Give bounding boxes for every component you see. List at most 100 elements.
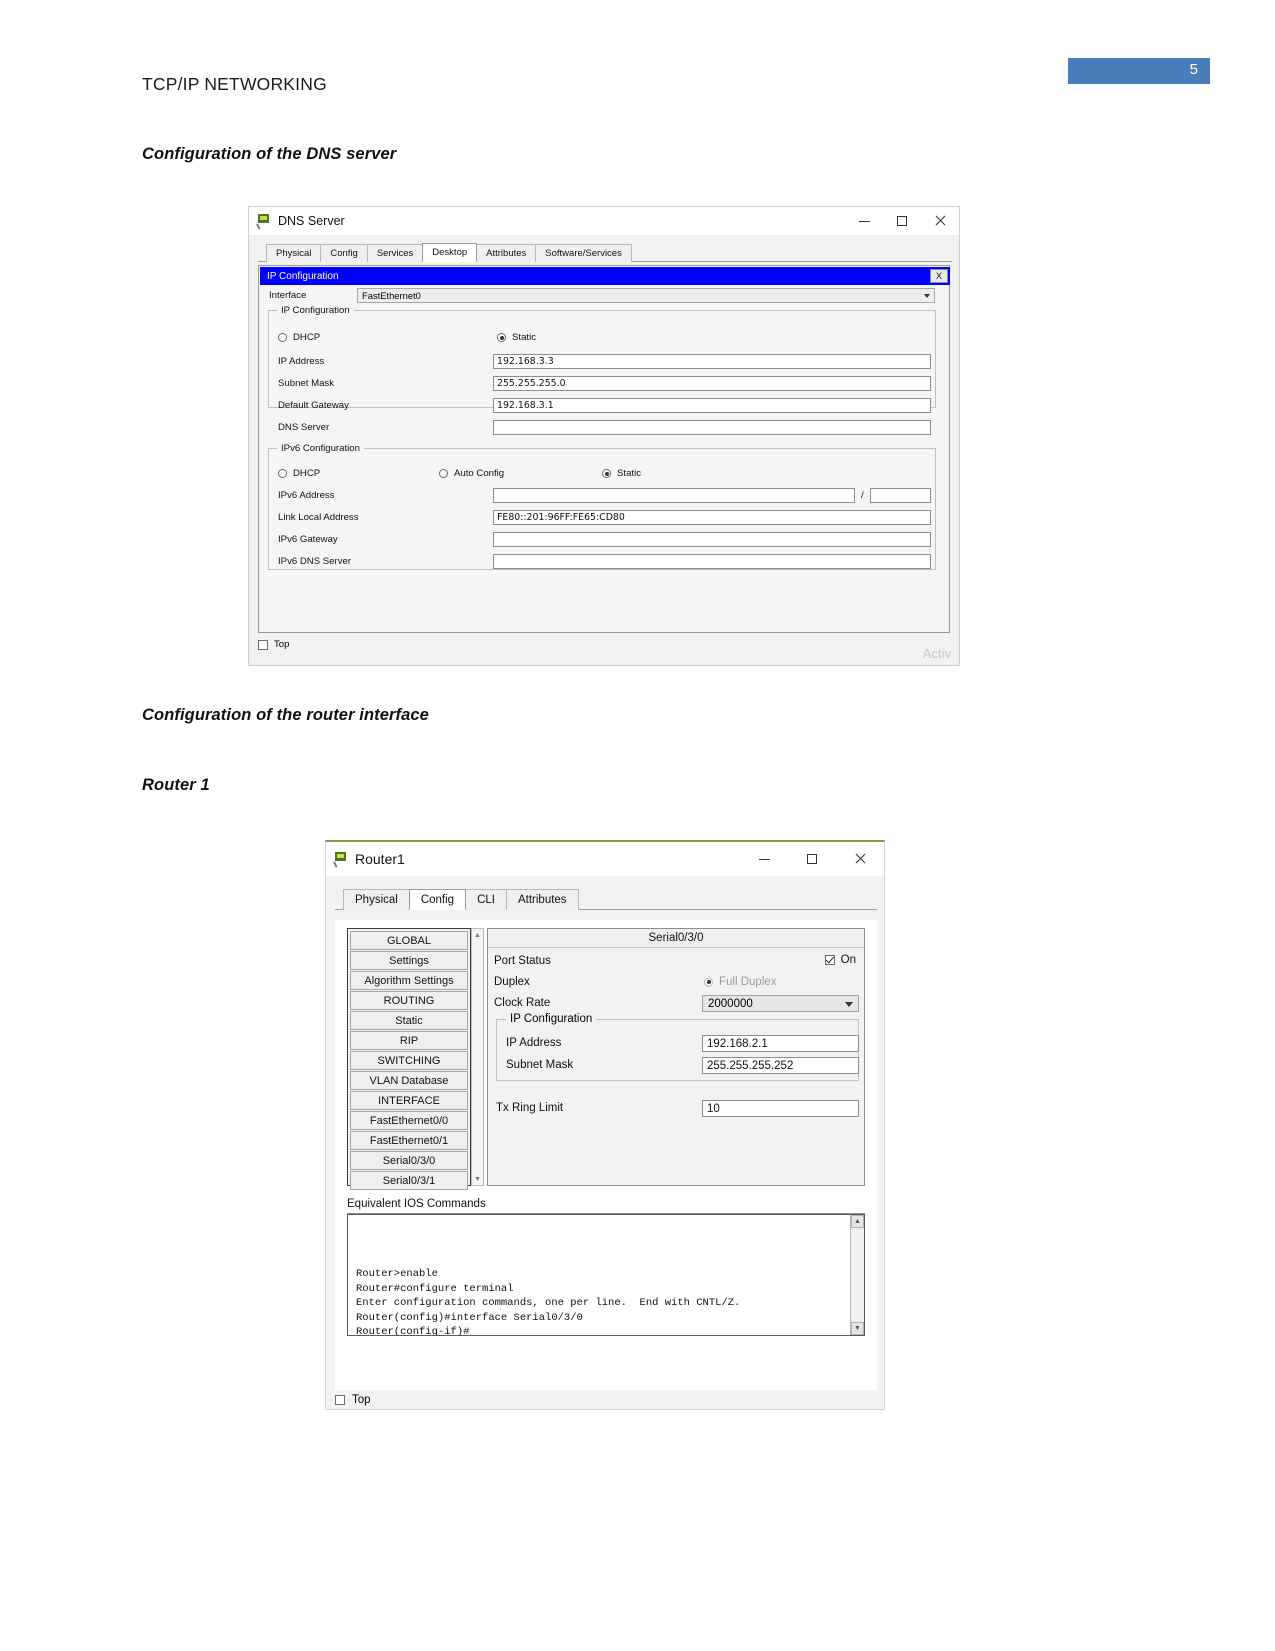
sidebar-item-static[interactable]: Static: [350, 1011, 468, 1030]
port-status-value: On: [840, 954, 856, 966]
device-icon: [333, 852, 348, 868]
close-button[interactable]: [921, 207, 959, 235]
page-number: 5: [1189, 61, 1198, 78]
ipv4-group-legend: IP Configuration: [277, 305, 354, 316]
port-status-checkbox[interactable]: On: [824, 954, 856, 966]
sidebar-item-serial031[interactable]: Serial0/3/1: [350, 1171, 468, 1190]
minimize-button[interactable]: [845, 207, 883, 235]
tab-physical[interactable]: Physical: [266, 244, 322, 262]
sidebar-item-vlan-database[interactable]: VLAN Database: [350, 1071, 468, 1090]
sidebar-item-routing[interactable]: ROUTING: [350, 991, 468, 1010]
router-window-titlebar: Router1: [326, 842, 884, 876]
ios-commands-text: Router>enable Router#configure terminal …: [356, 1268, 741, 1336]
ipv6-address-label: IPv6 Address: [278, 490, 335, 501]
ios-commands-textarea[interactable]: Router>enable Router#configure terminal …: [347, 1214, 865, 1336]
scroll-down-icon[interactable]: ▼: [472, 1173, 483, 1185]
sidebar-item-global[interactable]: GLOBAL: [350, 931, 468, 950]
ipv6-gateway-input[interactable]: [493, 532, 931, 547]
chevron-down-icon: [845, 1002, 853, 1007]
ipv6-dhcp-radio[interactable]: DHCP: [278, 468, 320, 479]
duplex-label: Duplex: [494, 976, 530, 988]
router-top-label: Top: [352, 1394, 371, 1406]
dns-top-checkbox[interactable]: Top: [258, 639, 289, 650]
tab-config[interactable]: Config: [320, 244, 368, 262]
dns-tabstrip: Physical Config Services Desktop Attribu…: [258, 243, 952, 262]
sidebar-item-algorithm-settings[interactable]: Algorithm Settings: [350, 971, 468, 990]
clock-rate-label-text: Clock Rate: [494, 997, 551, 1009]
ipv6-autoconfig-radio[interactable]: Auto Config: [439, 468, 504, 479]
ipv4-static-label: Static: [512, 332, 536, 343]
checkbox-icon: [258, 639, 268, 650]
tab-services[interactable]: Services: [366, 244, 424, 262]
subnet-mask-label-text: Subnet Mask: [278, 378, 334, 389]
router-subnet-mask-label: Subnet Mask: [506, 1059, 573, 1071]
sidebar-item-rip[interactable]: RIP: [350, 1031, 468, 1050]
router-subnet-mask-input[interactable]: 255.255.255.252: [702, 1057, 859, 1074]
tab-software-services[interactable]: Software/Services: [535, 244, 632, 262]
heading-router-interface-config: Configuration of the router interface: [142, 706, 429, 724]
ip-configuration-close-button[interactable]: X: [930, 269, 948, 283]
ipv6-address-label-text: IPv6 Address: [278, 490, 335, 501]
ipv6-dns-server-input[interactable]: [493, 554, 931, 569]
page-number-badge: 5: [1068, 58, 1210, 84]
minimize-icon: [758, 858, 770, 860]
tab-config[interactable]: Config: [408, 889, 467, 910]
router-subnet-mask-value: 255.255.255.252: [707, 1059, 794, 1072]
interface-select[interactable]: FastEthernet0: [357, 288, 935, 303]
tab-attributes[interactable]: Attributes: [476, 244, 537, 262]
ipv6-static-radio[interactable]: Static: [602, 468, 641, 479]
ipv4-dhcp-radio[interactable]: DHCP: [278, 332, 320, 343]
scroll-down-icon[interactable]: ▼: [851, 1322, 864, 1335]
sidebar-scrollbar[interactable]: ▲ ▼: [471, 928, 484, 1186]
maximize-button[interactable]: [788, 842, 836, 876]
router-ip-address-input[interactable]: 192.168.2.1: [702, 1035, 859, 1052]
dns-server-input[interactable]: [493, 420, 931, 435]
ios-scrollbar[interactable]: ▲ ▼: [850, 1215, 864, 1335]
minimize-button[interactable]: [740, 842, 788, 876]
sidebar-item-interface[interactable]: INTERFACE: [350, 1091, 468, 1110]
sidebar-item-settings[interactable]: Settings: [350, 951, 468, 970]
maximize-button[interactable]: [883, 207, 921, 235]
default-gateway-label: Default Gateway: [278, 400, 349, 411]
tx-ring-limit-label: Tx Ring Limit: [496, 1102, 563, 1114]
ipv6-gateway-label-text: IPv6 Gateway: [278, 534, 338, 545]
link-local-address-input[interactable]: FE80::201:96FF:FE65:CD80: [493, 510, 931, 525]
ipv6-dns-server-label: IPv6 DNS Server: [278, 556, 351, 567]
scroll-up-icon[interactable]: ▲: [851, 1215, 864, 1228]
sidebar-item-serial030[interactable]: Serial0/3/0: [350, 1151, 468, 1170]
ip-address-input[interactable]: 192.168.3.3: [493, 354, 931, 369]
scroll-up-icon[interactable]: ▲: [472, 929, 483, 941]
tab-desktop[interactable]: Desktop: [422, 243, 478, 262]
clock-rate-select[interactable]: 2000000: [702, 995, 859, 1012]
tab-cli[interactable]: CLI: [465, 889, 507, 910]
ipv6-prefix-separator-text: /: [861, 490, 864, 501]
sidebar-item-fastethernet00[interactable]: FastEthernet0/0: [350, 1111, 468, 1130]
ipv6-prefix-input[interactable]: [870, 488, 931, 503]
tab-physical[interactable]: Physical: [343, 889, 410, 910]
interface-select-value: FastEthernet0: [362, 290, 421, 301]
link-local-address-label-text: Link Local Address: [278, 512, 359, 523]
router1-window: Router1 Physical Config CLI Attributes G…: [325, 840, 885, 1410]
checkbox-checked-icon: [824, 955, 835, 965]
default-gateway-input[interactable]: 192.168.3.1: [493, 398, 931, 413]
router-ip-group-legend: IP Configuration: [506, 1013, 597, 1025]
heading-dns-config: Configuration of the DNS server: [142, 145, 397, 163]
sidebar-item-fastethernet01[interactable]: FastEthernet0/1: [350, 1131, 468, 1150]
router-top-checkbox[interactable]: Top: [335, 1394, 371, 1406]
link-local-address-label: Link Local Address: [278, 512, 359, 523]
default-gateway-value: 192.168.3.1: [497, 400, 554, 411]
tx-ring-limit-input[interactable]: 10: [702, 1100, 859, 1117]
tab-attributes[interactable]: Attributes: [505, 889, 579, 910]
checkbox-icon: [335, 1395, 345, 1405]
duplex-full-radio: Full Duplex: [704, 976, 777, 988]
subnet-mask-input[interactable]: 255.255.255.0: [493, 376, 931, 391]
ipv6-gateway-label: IPv6 Gateway: [278, 534, 338, 545]
radio-icon: [278, 333, 287, 342]
ipv6-static-label: Static: [617, 468, 641, 479]
ipv4-static-radio[interactable]: Static: [497, 332, 536, 343]
sidebar-item-switching[interactable]: SWITCHING: [350, 1051, 468, 1070]
close-button[interactable]: [836, 842, 884, 876]
port-status-label-text: Port Status: [494, 955, 551, 967]
tx-ring-limit-value: 10: [707, 1102, 720, 1115]
ipv6-address-input[interactable]: [493, 488, 855, 503]
